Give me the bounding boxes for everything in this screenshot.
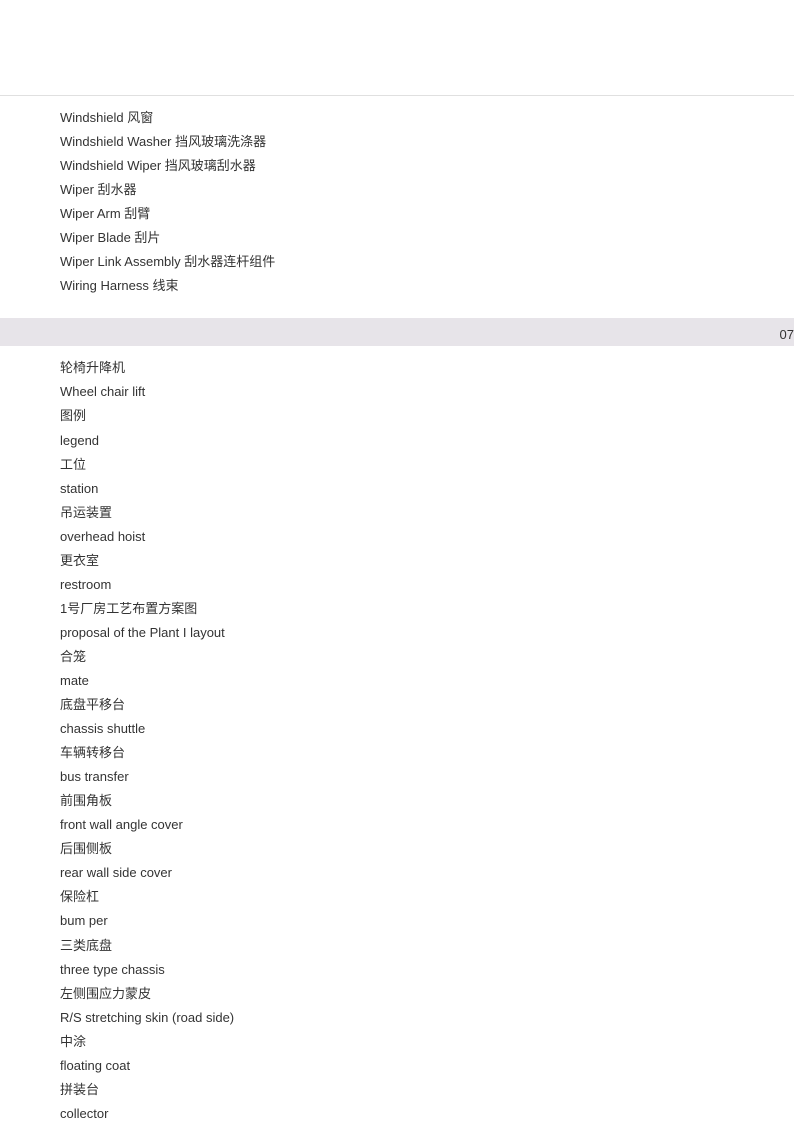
glossary-line: three type chassis <box>60 958 794 982</box>
glossary-line: 更衣室 <box>60 549 794 573</box>
glossary-line: bum per <box>60 909 794 933</box>
glossary-line: legend <box>60 429 794 453</box>
glossary-line: 三类底盘 <box>60 934 794 958</box>
glossary-line: 底盘平移台 <box>60 693 794 717</box>
glossary-line: 中涂 <box>60 1030 794 1054</box>
glossary-line: bus transfer <box>60 765 794 789</box>
glossary-line: proposal of the Plant I layout <box>60 621 794 645</box>
glossary-line: collector <box>60 1102 794 1126</box>
glossary-line: Windshield 风窗 <box>60 106 794 130</box>
glossary-line: overhead hoist <box>60 525 794 549</box>
bottom-section-content: 轮椅升降机Wheel chair lift图例legend工位station吊运… <box>0 346 794 1136</box>
glossary-line: 后围侧板 <box>60 837 794 861</box>
top-section-border: Windshield 风窗Windshield Washer 挡风玻璃洗涤器Wi… <box>0 95 794 308</box>
glossary-line: Wiper Arm 刮臂 <box>60 202 794 226</box>
glossary-line: 工位 <box>60 453 794 477</box>
glossary-line: floating coat <box>60 1054 794 1078</box>
page-number: 07 <box>780 323 794 347</box>
glossary-line: 左侧围应力蒙皮 <box>60 982 794 1006</box>
glossary-line: Wiper 刮水器 <box>60 178 794 202</box>
glossary-line: Windshield Wiper 挡风玻璃刮水器 <box>60 154 794 178</box>
glossary-line: Wiper Blade 刮片 <box>60 226 794 250</box>
glossary-line: restroom <box>60 573 794 597</box>
glossary-line: R/S stretching skin (road side) <box>60 1006 794 1030</box>
glossary-line: 前围角板 <box>60 789 794 813</box>
glossary-line: 车辆转移台 <box>60 741 794 765</box>
glossary-line: Wiper Link Assembly 刮水器连杆组件 <box>60 250 794 274</box>
section-divider: 07 <box>0 318 794 346</box>
glossary-line: 拼装台 <box>60 1078 794 1102</box>
glossary-line: 保险杠 <box>60 885 794 909</box>
glossary-line: chassis shuttle <box>60 717 794 741</box>
glossary-line: rear wall side cover <box>60 861 794 885</box>
glossary-line: 合笼 <box>60 645 794 669</box>
top-section-content: Windshield 风窗Windshield Washer 挡风玻璃洗涤器Wi… <box>0 96 794 308</box>
glossary-line: front wall angle cover <box>60 813 794 837</box>
glossary-line: Wiring Harness 线束 <box>60 274 794 298</box>
glossary-line: Windshield Washer 挡风玻璃洗涤器 <box>60 130 794 154</box>
glossary-line: 轮椅升降机 <box>60 356 794 380</box>
glossary-line: 图例 <box>60 404 794 428</box>
glossary-line: 吊运装置 <box>60 501 794 525</box>
glossary-line: Wheel chair lift <box>60 380 794 404</box>
glossary-line: station <box>60 477 794 501</box>
glossary-line: mate <box>60 669 794 693</box>
glossary-line: 1号厂房工艺布置方案图 <box>60 597 794 621</box>
